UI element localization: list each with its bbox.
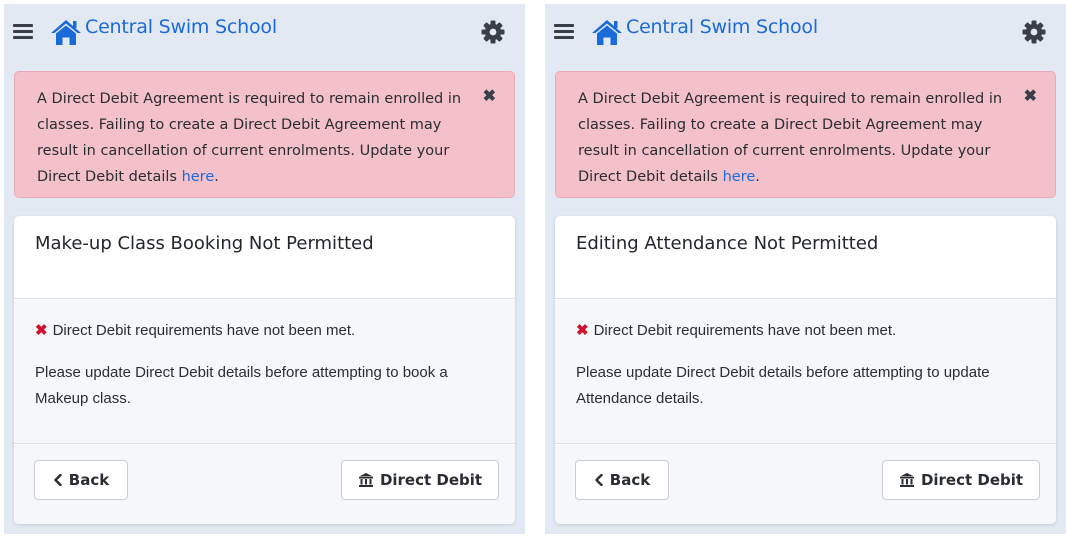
school-name[interactable]: Central Swim School xyxy=(85,16,277,38)
direct-debit-button-label: Direct Debit xyxy=(920,471,1024,489)
hamburger-icon[interactable] xyxy=(554,24,574,39)
chevron-left-icon xyxy=(54,474,62,486)
home-icon[interactable] xyxy=(50,18,82,46)
card-header: Make-up Class Booking Not Permitted xyxy=(14,216,515,299)
not-permitted-card: Editing Attendance Not Permitted ✖ Direct… xyxy=(555,216,1056,524)
school-name[interactable]: Central Swim School xyxy=(626,16,818,38)
direct-debit-button-label: Direct Debit xyxy=(379,471,483,489)
bank-icon xyxy=(899,473,914,487)
error-line: ✖ Direct Debit requirements have not been… xyxy=(35,321,355,339)
alert-here-link[interactable]: here xyxy=(182,169,215,185)
card-footer: Back Direct Debit xyxy=(14,445,515,524)
back-button[interactable]: Back xyxy=(575,460,669,500)
back-button[interactable]: Back xyxy=(34,460,128,500)
card-title: Editing Attendance Not Permitted xyxy=(576,233,879,254)
chevron-left-icon xyxy=(595,474,603,486)
alert-message: A Direct Debit Agreement is required to … xyxy=(578,86,1003,190)
card-body: ✖ Direct Debit requirements have not been… xyxy=(555,300,1056,444)
gear-icon[interactable] xyxy=(1022,20,1046,44)
top-bar: Central Swim School xyxy=(545,4,1066,56)
error-line: ✖ Direct Debit requirements have not been… xyxy=(576,321,896,339)
alert-message: A Direct Debit Agreement is required to … xyxy=(37,86,462,190)
bank-icon xyxy=(358,473,373,487)
gear-icon[interactable] xyxy=(481,20,505,44)
back-button-label: Back xyxy=(68,471,110,489)
back-button-label: Back xyxy=(609,471,651,489)
home-icon[interactable] xyxy=(591,18,623,46)
direct-debit-button[interactable]: Direct Debit xyxy=(882,460,1040,500)
card-footer: Back Direct Debit xyxy=(555,445,1056,524)
card-body: ✖ Direct Debit requirements have not been… xyxy=(14,300,515,444)
direct-debit-alert: A Direct Debit Agreement is required to … xyxy=(555,71,1056,198)
close-icon[interactable]: ✖ xyxy=(1024,88,1037,106)
alert-here-link[interactable]: here xyxy=(723,169,756,185)
alert-suffix: . xyxy=(214,169,219,185)
x-icon: ✖ xyxy=(35,322,48,339)
screen-left: Central Swim School A Direct Debit Agree… xyxy=(4,4,525,534)
card-header: Editing Attendance Not Permitted xyxy=(555,216,1056,299)
direct-debit-button[interactable]: Direct Debit xyxy=(341,460,499,500)
card-title: Make-up Class Booking Not Permitted xyxy=(35,233,374,254)
direct-debit-alert: A Direct Debit Agreement is required to … xyxy=(14,71,515,198)
error-text: Direct Debit requirements have not been … xyxy=(52,322,356,339)
card-message: Please update Direct Debit details befor… xyxy=(576,364,990,407)
alert-text: A Direct Debit Agreement is required to … xyxy=(37,91,462,185)
card-message: Please update Direct Debit details befor… xyxy=(35,364,448,407)
alert-text: A Direct Debit Agreement is required to … xyxy=(578,91,1003,185)
hamburger-icon[interactable] xyxy=(13,24,33,39)
error-text: Direct Debit requirements have not been … xyxy=(593,322,897,339)
screen-right: Central Swim School A Direct Debit Agree… xyxy=(545,4,1066,534)
alert-suffix: . xyxy=(755,169,760,185)
top-bar: Central Swim School xyxy=(4,4,525,56)
not-permitted-card: Make-up Class Booking Not Permitted ✖ Dir… xyxy=(14,216,515,524)
close-icon[interactable]: ✖ xyxy=(483,88,496,106)
x-icon: ✖ xyxy=(576,322,589,339)
